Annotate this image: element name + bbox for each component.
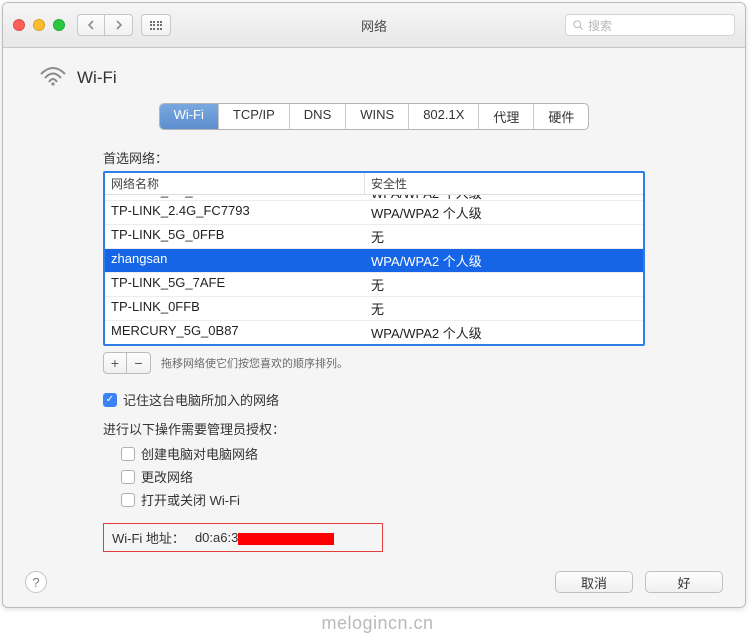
admin-option-label: 打开或关闭 Wi-Fi [141, 490, 240, 509]
search-input[interactable]: 搜索 [565, 14, 735, 36]
checkbox-checked-icon [103, 393, 117, 407]
cell-network-name: zhangsan [105, 249, 365, 272]
minimize-icon[interactable] [33, 19, 45, 31]
table-row[interactable]: MERCURY_5G_0B87WPA/WPA2 个人级 [105, 321, 643, 344]
redacted-block [238, 533, 334, 545]
wifi-address-label: Wi-Fi 地址： [112, 528, 185, 547]
preferred-networks-label: 首选网络： [103, 148, 645, 167]
tab-wins[interactable]: WINS [346, 104, 409, 129]
add-button[interactable]: + [103, 352, 127, 374]
cell-security: WPA/WPA2 个人级 [365, 321, 643, 344]
back-button[interactable] [77, 14, 105, 36]
search-icon [572, 19, 584, 31]
window-controls [13, 19, 65, 31]
tab-wifi[interactable]: Wi-Fi [160, 104, 219, 129]
cell-security: 无 [365, 225, 643, 248]
tab-8021x[interactable]: 802.1X [409, 104, 479, 129]
titlebar: 网络 搜索 [3, 3, 745, 48]
grid-icon [150, 21, 163, 30]
show-all-button[interactable] [141, 14, 171, 36]
admin-option[interactable]: 创建电脑对电脑网络 [121, 444, 645, 463]
table-row[interactable]: TP-LINK_2.4G_FC7793WPA/WPA2 个人级 [105, 201, 643, 225]
admin-option[interactable]: 更改网络 [121, 467, 645, 486]
pane-header: Wi-Fi [25, 66, 723, 89]
tab-bar: Wi-FiTCP/IPDNSWINS802.1X代理硬件 [25, 103, 723, 130]
cell-network-name: TP-LINK_5G_7AFE [105, 273, 365, 296]
cancel-button[interactable]: 取消 [555, 571, 633, 593]
column-network-name[interactable]: 网络名称 [105, 173, 365, 194]
remove-button[interactable]: − [127, 352, 151, 374]
admin-option[interactable]: 打开或关闭 Wi-Fi [121, 490, 645, 509]
chevron-left-icon [87, 20, 95, 30]
admin-auth-label: 进行以下操作需要管理员授权： [103, 419, 645, 438]
pane-title: Wi-Fi [77, 68, 117, 88]
cell-security: WPA/WPA2 个人级 [365, 201, 643, 224]
search-placeholder: 搜索 [588, 17, 612, 34]
ok-button[interactable]: 好 [645, 571, 723, 593]
tab-[interactable]: 硬件 [534, 104, 588, 129]
checkbox-icon [121, 493, 135, 507]
table-row[interactable]: TP-LINK_5G_0FFB无 [105, 225, 643, 249]
watermark: melogincn.cn [0, 613, 755, 634]
chevron-right-icon [115, 20, 123, 30]
content: Wi-Fi Wi-FiTCP/IPDNSWINS802.1X代理硬件 首选网络：… [3, 48, 745, 607]
admin-option-label: 更改网络 [141, 467, 193, 486]
remember-networks-label: 记住这台电脑所加入的网络 [123, 390, 279, 409]
zoom-icon[interactable] [53, 19, 65, 31]
cell-network-name: MERCURY_5G_0B87 [105, 321, 365, 344]
add-remove-controls: + − [103, 352, 151, 374]
cell-security: 无 [365, 297, 643, 320]
help-button[interactable]: ? [25, 571, 47, 593]
table-row[interactable]: TP-LINK_0FFB无 [105, 297, 643, 321]
cell-network-name: TP-LINK_2.4G_FC7793 [105, 201, 365, 224]
close-icon[interactable] [13, 19, 25, 31]
tab-[interactable]: 代理 [479, 104, 534, 129]
cell-network-name: TP-LINK_5G_0FFB [105, 225, 365, 248]
window-title: 网络 [361, 16, 387, 35]
table-row[interactable]: zhangsanWPA/WPA2 个人级 [105, 249, 643, 273]
remember-networks-checkbox[interactable]: 记住这台电脑所加入的网络 [103, 390, 645, 409]
cell-security: WPA/WPA2 个人级 [365, 249, 643, 272]
column-security[interactable]: 安全性 [365, 173, 643, 194]
cell-security: 无 [365, 273, 643, 296]
checkbox-icon [121, 470, 135, 484]
cell-network-name: TP-LINK_0FFB [105, 297, 365, 320]
drag-hint: 拖移网络使它们按您喜欢的顺序排列。 [161, 355, 348, 371]
wifi-address-value: d0:a6:3 [195, 530, 334, 545]
forward-button[interactable] [105, 14, 133, 36]
wifi-icon [39, 66, 67, 89]
table-row[interactable]: TP-LINK_5G_7AFE无 [105, 273, 643, 297]
tab-tcpip[interactable]: TCP/IP [219, 104, 290, 129]
checkbox-icon [121, 447, 135, 461]
admin-option-label: 创建电脑对电脑网络 [141, 444, 258, 463]
nav-buttons [77, 14, 133, 36]
preferences-window: 网络 搜索 Wi-Fi Wi-FiTCP/IPDNSWINS802.1X代理硬件… [2, 2, 746, 608]
tab-dns[interactable]: DNS [290, 104, 346, 129]
preferred-networks-table: 网络名称 安全性 TP-LINK_5G_05EBWPA/WPA2 个人级TP-L… [103, 171, 645, 346]
wifi-address-row: Wi-Fi 地址： d0:a6:3 [103, 523, 383, 552]
